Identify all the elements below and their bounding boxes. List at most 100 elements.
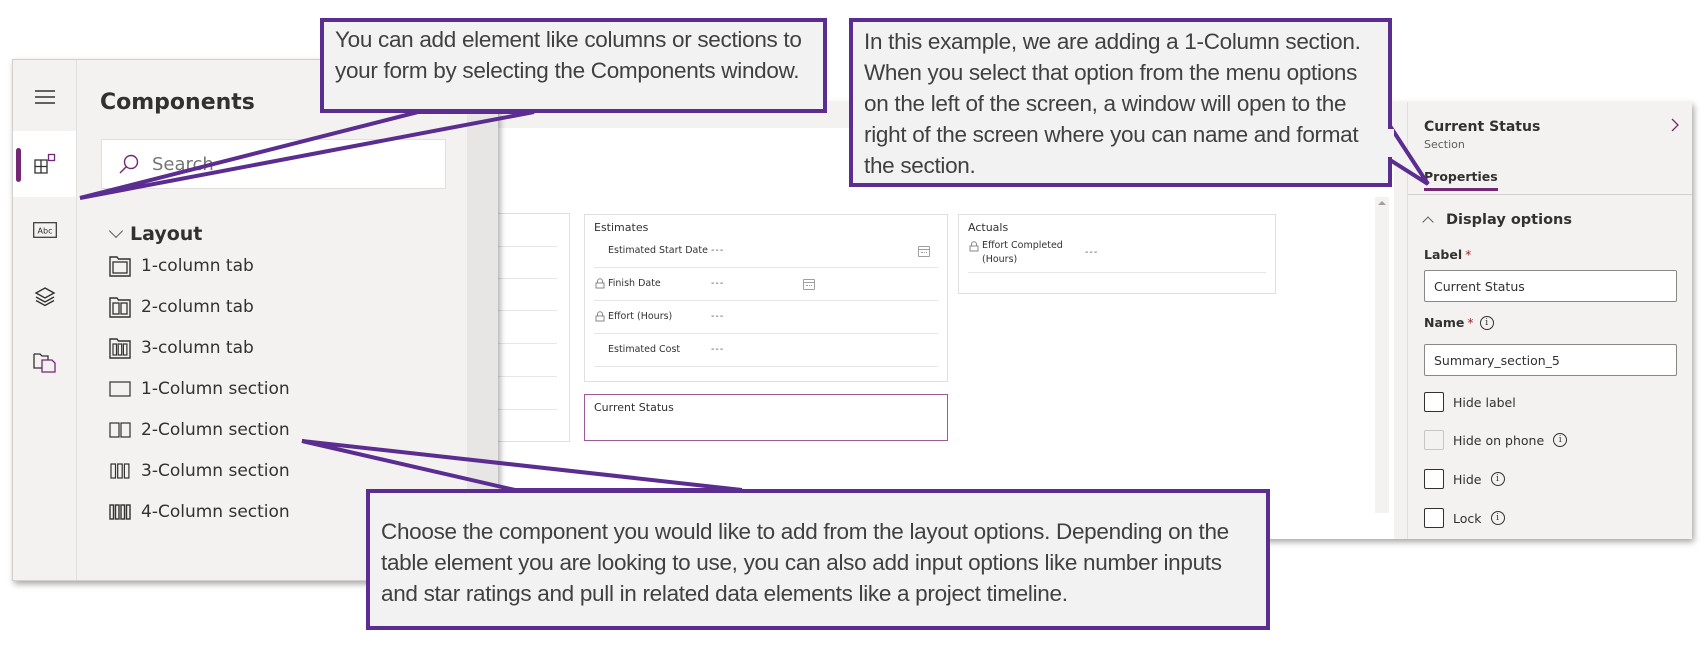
scroll-up-arrow-icon[interactable]: [1378, 201, 1386, 205]
search-field[interactable]: [101, 139, 446, 189]
components-callout: You can add element like columns or sect…: [320, 18, 827, 113]
search-icon: [119, 154, 139, 174]
1-column-section-icon: [109, 381, 131, 397]
lock-checkbox[interactable]: Lock i: [1424, 508, 1505, 528]
hide-on-phone-checkbox[interactable]: Hide on phone i: [1424, 430, 1568, 450]
checkbox-label: Lock: [1453, 510, 1482, 526]
text-fields-button[interactable]: Abc: [13, 197, 76, 263]
field-label: Estimated Start Date: [608, 245, 708, 256]
pane-title: Current Status: [1424, 119, 1541, 135]
callout-text: In this example, we are adding a 1-Colum…: [864, 29, 1361, 178]
section-title: Actuals: [968, 221, 1009, 234]
field-estimated-start-date[interactable]: Estimated Start Date ---: [594, 235, 938, 268]
field-value: ---: [1085, 247, 1099, 258]
info-icon[interactable]: i: [1553, 433, 1568, 447]
2-column-tab-icon: [109, 297, 131, 318]
component-4-column-section[interactable]: 4-Column section: [109, 497, 290, 527]
field-value: ---: [711, 278, 725, 289]
info-icon[interactable]: i: [1490, 511, 1505, 525]
field-value: ---: [711, 311, 725, 322]
actuals-section[interactable]: Actuals Effort Completed (Hours) ---: [958, 214, 1276, 294]
hide-label-checkbox[interactable]: Hide label: [1424, 392, 1516, 412]
field-label: Finish Date: [608, 278, 661, 289]
3-column-tab-icon: [109, 338, 131, 359]
form-canvas: Estimates Estimated Start Date --- Finis…: [460, 128, 1394, 539]
component-2-column-tab[interactable]: 2-column tab: [109, 292, 254, 322]
field-estimated-cost[interactable]: Estimated Cost ---: [594, 334, 938, 367]
required-mark: *: [1465, 247, 1472, 262]
component-2-column-section[interactable]: 2-Column section: [109, 415, 290, 445]
checkbox-label: Hide on phone: [1453, 432, 1545, 448]
field-finish-date[interactable]: Finish Date ---: [594, 268, 938, 301]
estimates-section[interactable]: Estimates Estimated Start Date --- Finis…: [584, 214, 948, 382]
chevron-right-icon[interactable]: [1667, 117, 1683, 133]
layers-icon: [34, 287, 55, 307]
name-field-label: Name * i: [1424, 315, 1494, 330]
field-label: Effort Completed (Hours): [982, 240, 1063, 265]
chevron-up-icon: [1422, 216, 1434, 228]
checkbox[interactable]: [1424, 469, 1444, 489]
calendar-icon[interactable]: [918, 246, 930, 257]
form-libraries-button[interactable]: [13, 329, 76, 395]
label-input[interactable]: [1424, 270, 1677, 302]
group-label: Layout: [130, 223, 203, 245]
2-column-section-icon: [109, 422, 131, 438]
item-label: 1-column tab: [141, 256, 254, 276]
label-text: Label: [1424, 247, 1463, 262]
layout-group-toggle[interactable]: Layout: [108, 223, 203, 245]
chevron-down-icon: [108, 223, 124, 239]
component-3-column-section[interactable]: 3-Column section: [109, 456, 290, 486]
info-icon[interactable]: i: [1490, 472, 1505, 486]
item-label: 1-Column section: [141, 379, 290, 399]
component-3-column-tab[interactable]: 3-column tab: [109, 333, 254, 363]
svg-text:Abc: Abc: [37, 227, 52, 236]
field-value: ---: [711, 245, 725, 256]
components-icon: [33, 153, 55, 174]
canvas-scrollbar[interactable]: [1375, 197, 1389, 513]
component-1-column-section[interactable]: 1-Column section: [109, 374, 290, 404]
item-label: 2-column tab: [141, 297, 254, 317]
section-callout: In this example, we are adding a 1-Colum…: [849, 18, 1392, 187]
group-label: Display options: [1446, 212, 1572, 228]
callout-text: Choose the component you would like to a…: [381, 519, 1229, 606]
lock-icon: [595, 311, 605, 322]
menu-button[interactable]: [13, 64, 76, 130]
field-effort-completed[interactable]: Effort Completed (Hours) ---: [968, 235, 1266, 273]
section-title: Current Status: [594, 401, 674, 414]
item-label: 4-Column section: [141, 502, 290, 522]
component-1-column-tab[interactable]: 1-column tab: [109, 251, 254, 281]
display-options-toggle[interactable]: Display options: [1422, 212, 1572, 228]
layers-button[interactable]: [13, 263, 76, 329]
info-icon[interactable]: i: [1479, 315, 1494, 330]
4-column-section-icon: [109, 504, 131, 520]
active-indicator: [16, 148, 21, 182]
components-button[interactable]: [13, 131, 76, 197]
text-field-icon: Abc: [32, 222, 57, 238]
item-label: 3-Column section: [141, 461, 290, 481]
panel-title: Components: [100, 90, 255, 115]
section-title: Estimates: [594, 221, 649, 234]
properties-pane: Current Status Section Properties Displa…: [1407, 102, 1692, 539]
3-column-section-icon: [110, 463, 130, 479]
calendar-icon[interactable]: [803, 279, 815, 290]
hide-checkbox[interactable]: Hide i: [1424, 469, 1505, 489]
checkbox[interactable]: [1424, 430, 1444, 450]
current-status-section[interactable]: Current Status: [584, 394, 948, 441]
tab-properties[interactable]: Properties: [1424, 169, 1498, 191]
search-input[interactable]: [152, 153, 432, 175]
name-input[interactable]: [1424, 344, 1677, 376]
checkbox-label: Hide: [1453, 471, 1482, 487]
lock-icon: [969, 241, 979, 252]
label-field-label: Label *: [1424, 247, 1471, 262]
checkbox[interactable]: [1424, 392, 1444, 412]
name-text: Name: [1424, 315, 1465, 330]
divider: [1408, 194, 1692, 195]
field-label: Estimated Cost: [608, 344, 681, 355]
pane-subtitle: Section: [1424, 138, 1465, 151]
required-mark: *: [1467, 315, 1474, 330]
field-effort-hours[interactable]: Effort (Hours) ---: [594, 301, 938, 334]
1-column-tab-icon: [109, 256, 131, 277]
checkbox[interactable]: [1424, 508, 1444, 528]
hamburger-menu-icon: [34, 90, 55, 104]
field-value: ---: [711, 344, 725, 355]
